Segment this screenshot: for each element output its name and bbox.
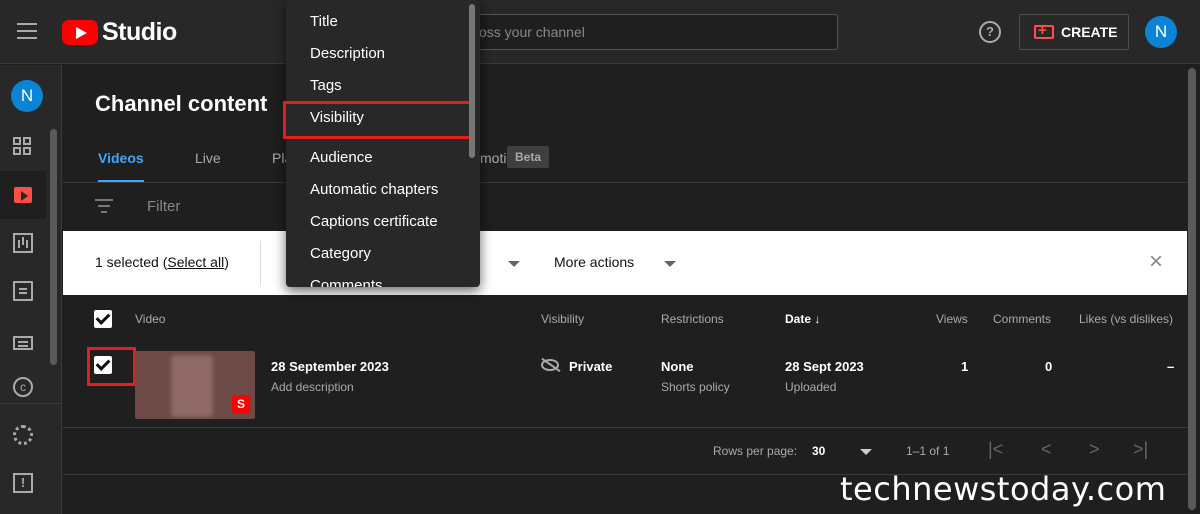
pagination: Rows per page: 30 1–1 of 1 |< < > >| <box>63 427 1187 475</box>
dashboard-icon <box>13 137 33 157</box>
youtube-logo-icon <box>62 19 98 45</box>
filter-icon[interactable] <box>95 199 113 213</box>
main-content: Channel content Videos Live Pla motions … <box>63 65 1187 514</box>
row-checkbox[interactable] <box>94 356 112 374</box>
date-value: 28 Sept 2023 <box>785 359 864 374</box>
menu-item-description[interactable]: Description <box>286 38 480 70</box>
menu-item-title[interactable]: Title <box>286 6 480 38</box>
watermark: technewstoday.com <box>840 470 1167 508</box>
create-label: CREATE <box>1061 24 1118 40</box>
select-all-link[interactable]: Select all <box>167 254 224 270</box>
header-video: Video <box>135 312 166 326</box>
create-button[interactable]: CREATE <box>1019 14 1129 50</box>
content-icon <box>14 187 32 203</box>
sidebar-item-feedback[interactable]: ! <box>0 459 46 507</box>
help-icon[interactable]: ? <box>979 21 1001 43</box>
date-sub: Uploaded <box>785 380 837 394</box>
top-bar: Studio oss your channel ? CREATE N <box>0 0 1200 64</box>
video-thumbnail[interactable]: S <box>135 351 255 419</box>
feedback-icon: ! <box>13 473 33 493</box>
sort-down-icon: ↓ <box>814 312 821 326</box>
sidebar-divider <box>0 403 61 404</box>
tab-videos[interactable]: Videos <box>98 143 144 183</box>
channel-avatar[interactable]: N <box>11 80 43 112</box>
edit-dropdown-menu: Title Description Tags Visibility Audien… <box>286 0 480 287</box>
header-comments[interactable]: Comments <box>993 312 1051 326</box>
menu-icon[interactable] <box>17 23 37 39</box>
visibility-value[interactable]: Private <box>569 359 612 374</box>
rows-per-page-label: Rows per page: <box>713 444 798 458</box>
comments-value: 0 <box>1045 359 1053 374</box>
copyright-icon: c <box>13 377 33 397</box>
video-title[interactable]: 28 September 2023 <box>271 359 389 374</box>
sidebar: N c ! <box>0 65 62 514</box>
sidebar-item-comments[interactable] <box>0 267 46 315</box>
menu-item-automatic-chapters[interactable]: Automatic chapters <box>286 174 480 206</box>
next-page-icon[interactable]: > <box>1089 439 1100 460</box>
restriction-value: None <box>661 359 694 374</box>
header-visibility[interactable]: Visibility <box>541 312 584 326</box>
menu-scrollbar[interactable] <box>469 4 475 158</box>
filter-input[interactable]: Filter <box>147 198 180 215</box>
last-page-icon[interactable]: >| <box>1133 439 1148 460</box>
page-title: Channel content <box>95 91 268 116</box>
more-actions-button[interactable]: More actions <box>554 254 634 270</box>
views-value: 1 <box>961 359 969 374</box>
select-all-checkbox[interactable] <box>94 310 112 328</box>
selected-count: 1 selected (Select all) <box>95 254 229 270</box>
eye-off-icon <box>541 359 559 371</box>
bulk-action-bar: 1 selected (Select all) t More actions × <box>63 231 1187 295</box>
comments-icon <box>13 281 33 301</box>
action-bar-divider <box>260 241 261 285</box>
prev-page-icon[interactable]: < <box>1041 439 1052 460</box>
create-video-icon <box>1034 22 1054 39</box>
edit-dropdown-arrow-icon[interactable] <box>508 261 520 267</box>
analytics-icon <box>13 233 33 253</box>
shorts-icon: S <box>232 395 250 413</box>
menu-item-category[interactable]: Category <box>286 238 480 270</box>
menu-item-audience[interactable]: Audience <box>286 142 480 174</box>
first-page-icon[interactable]: |< <box>988 439 1003 460</box>
sidebar-item-analytics[interactable] <box>0 219 46 267</box>
video-description[interactable]: Add description <box>271 380 354 394</box>
studio-label: Studio <box>102 17 177 46</box>
account-avatar[interactable]: N <box>1145 16 1177 48</box>
menu-item-captions-certificate[interactable]: Captions certificate <box>286 206 480 238</box>
beta-badge: Beta <box>507 146 550 168</box>
more-actions-arrow-icon[interactable] <box>664 261 676 267</box>
sidebar-item-content[interactable] <box>0 171 46 219</box>
settings-icon <box>13 425 33 445</box>
close-icon[interactable]: × <box>1146 250 1166 274</box>
page-scrollbar[interactable] <box>1188 68 1196 510</box>
tabs-divider <box>63 182 1187 183</box>
search-input[interactable]: oss your channel <box>460 14 838 50</box>
rows-per-page-select[interactable]: 30 <box>812 444 825 458</box>
sidebar-item-dashboard[interactable] <box>0 123 46 171</box>
table-row[interactable]: S 28 September 2023 Add description Priv… <box>63 343 1187 427</box>
sidebar-item-settings[interactable] <box>0 411 46 459</box>
subtitles-icon <box>13 335 33 350</box>
header-likes[interactable]: Likes (vs dislikes) <box>1079 312 1173 326</box>
thumbnail-image <box>171 355 213 417</box>
restriction-sub: Shorts policy <box>661 380 730 394</box>
likes-value: – <box>1167 359 1175 374</box>
header-restrictions[interactable]: Restrictions <box>661 312 724 326</box>
rows-per-page-arrow-icon[interactable] <box>860 449 872 455</box>
sidebar-item-subtitles[interactable] <box>0 317 46 365</box>
table-header: Video Visibility Restrictions Date ↓ Vie… <box>63 295 1187 343</box>
menu-item-tags[interactable]: Tags <box>286 70 480 102</box>
page-range: 1–1 of 1 <box>906 444 950 458</box>
header-views[interactable]: Views <box>936 312 968 326</box>
tab-live[interactable]: Live <box>195 143 221 183</box>
visibility-highlight <box>283 101 475 139</box>
studio-logo[interactable]: Studio <box>62 17 177 46</box>
menu-item-comments[interactable]: Comments <box>286 270 480 287</box>
header-date[interactable]: Date ↓ <box>785 312 820 326</box>
sidebar-scrollbar[interactable] <box>50 129 57 365</box>
